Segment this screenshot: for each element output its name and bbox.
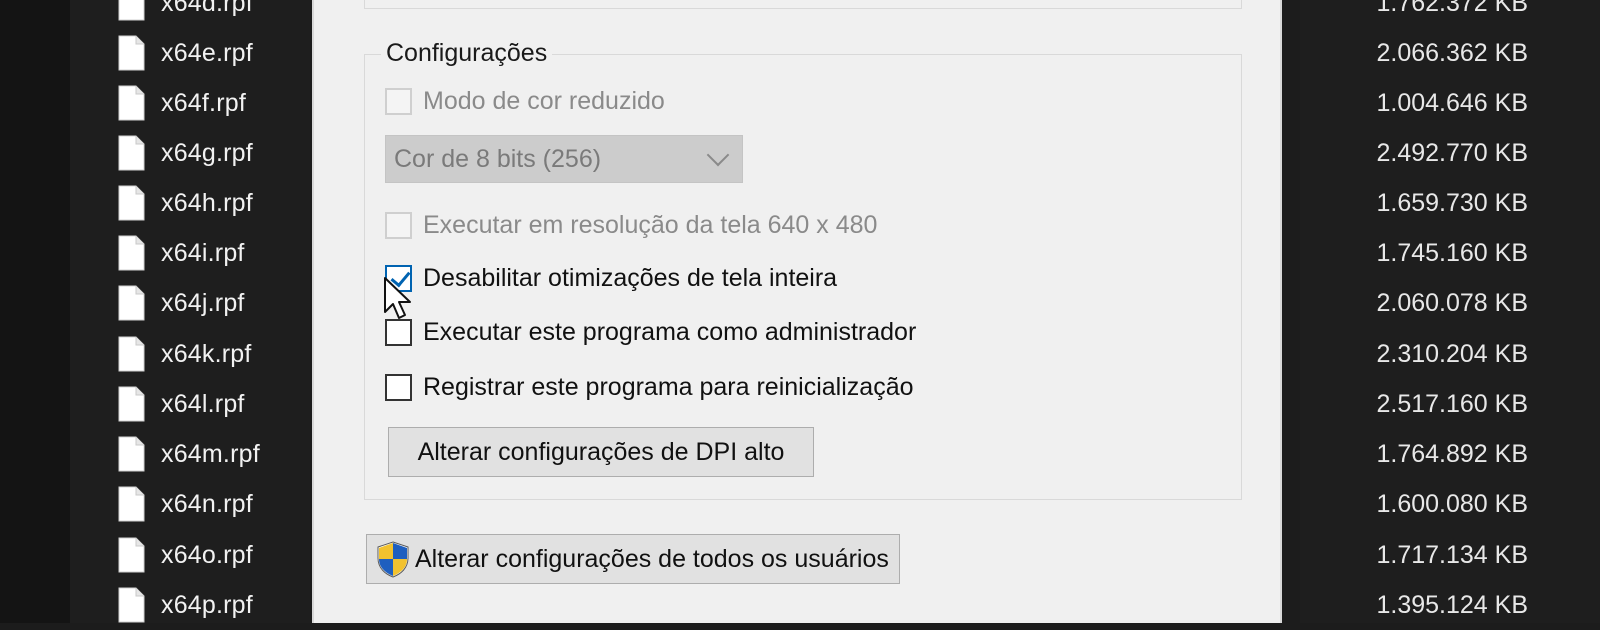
file-icon [118,486,145,522]
properties-dialog: Configurações Modo de cor reduzido Cor d… [312,0,1282,623]
disable-fullscreen-label: Desabilitar otimizações de tela inteira [423,263,838,292]
file-row[interactable]: x64f.rpf [118,78,246,128]
file-name: x64k.rpf [161,339,252,368]
file-icon [118,537,145,573]
file-row[interactable]: x64e.rpf [118,28,253,78]
file-size: 1.004.646 KB [1376,88,1528,117]
reduced-color-checkbox[interactable] [385,87,412,115]
file-row[interactable]: x64d.rpf [118,0,253,28]
file-size-cell: 1.004.646 KB [1376,78,1528,128]
file-icon [118,135,145,171]
settings-group-title: Configurações [381,39,553,68]
file-size: 1.600.080 KB [1376,489,1528,518]
file-row[interactable]: x64i.rpf [118,228,245,278]
file-name: x64l.rpf [161,389,245,418]
file-size: 1.762.372 KB [1376,0,1528,17]
file-size-cell: 2.066.362 KB [1376,28,1528,78]
run-as-admin-checkbox[interactable] [385,318,412,346]
file-icon [118,285,145,321]
file-name: x64d.rpf [161,0,253,17]
color-mode-value: Cor de 8 bits (256) [394,144,602,173]
file-size-cell: 1.600.080 KB [1376,479,1528,529]
file-icon [118,235,145,271]
file-size: 1.764.892 KB [1376,439,1528,468]
file-size: 1.745.160 KB [1376,238,1528,267]
register-restart-label: Registrar este programa para reinicializ… [423,372,914,401]
uac-shield-icon [377,541,409,578]
run-as-admin-label: Executar este programa como administrado… [423,317,917,346]
file-name: x64g.rpf [161,138,253,167]
disable-fullscreen-option: Desabilitar otimizações de tela inteira [385,262,837,294]
file-name: x64h.rpf [161,188,253,217]
file-size-cell: 1.745.160 KB [1376,228,1528,278]
file-name: x64n.rpf [161,489,253,518]
file-name: x64i.rpf [161,238,245,267]
file-name: x64o.rpf [161,540,253,569]
file-row[interactable]: x64j.rpf [118,278,245,328]
file-row[interactable]: x64h.rpf [118,178,253,228]
file-name: x64e.rpf [161,38,253,67]
chevron-down-icon [706,143,730,167]
file-icon [118,0,145,21]
settings-group: Configurações Modo de cor reduzido Cor d… [364,39,1242,500]
file-size: 1.659.730 KB [1376,188,1528,217]
file-name: x64f.rpf [161,88,246,117]
file-name: x64m.rpf [161,439,260,468]
file-icon [118,436,145,472]
file-size: 2.060.078 KB [1376,288,1528,317]
change-all-users-button[interactable]: Alterar configurações de todos os usuári… [366,534,900,584]
file-size: 2.066.362 KB [1376,38,1528,67]
reduced-color-option: Modo de cor reduzido [385,85,665,117]
file-size: 1.395.124 KB [1376,590,1528,619]
previous-group-box [364,0,1242,9]
file-size-cell: 2.492.770 KB [1376,128,1528,178]
file-row[interactable]: x64o.rpf [118,530,253,580]
run-as-admin-option: Executar este programa como administrado… [385,316,916,348]
file-row[interactable]: x64k.rpf [118,329,252,379]
file-size-cell: 1.659.730 KB [1376,178,1528,228]
change-high-dpi-button[interactable]: Alterar configurações de DPI alto [388,427,814,477]
register-restart-option: Registrar este programa para reinicializ… [385,371,914,403]
file-icon [118,185,145,221]
file-icon [118,85,145,121]
file-row[interactable]: x64n.rpf [118,479,253,529]
res-640-label: Executar em resolução da tela 640 x 480 [423,210,878,239]
file-icon [118,336,145,372]
file-size: 2.492.770 KB [1376,138,1528,167]
file-icon [118,35,145,71]
explorer-nav-pane [0,0,70,623]
file-size-cell: 2.310.204 KB [1376,329,1528,379]
file-size-cell: 1.717.134 KB [1376,530,1528,580]
reduced-color-label: Modo de cor reduzido [423,86,665,115]
change-all-users-label: Alterar configurações de todos os usuári… [415,544,889,573]
file-size-cell: 2.060.078 KB [1376,278,1528,328]
res-640-checkbox[interactable] [385,211,412,239]
file-name: x64p.rpf [161,590,253,619]
file-size-cell: 2.517.160 KB [1376,379,1528,429]
res-640-option: Executar em resolução da tela 640 x 480 [385,209,877,241]
file-size-cell: 1.762.372 KB [1376,0,1528,28]
file-size-cell: 1.764.892 KB [1376,429,1528,479]
file-icon [118,587,145,623]
file-name: x64j.rpf [161,288,245,317]
file-size: 2.517.160 KB [1376,389,1528,418]
file-row[interactable]: x64l.rpf [118,379,245,429]
register-restart-checkbox[interactable] [385,373,412,401]
file-size: 1.717.134 KB [1376,540,1528,569]
file-icon [118,386,145,422]
mouse-pointer-icon [384,277,411,319]
color-mode-select[interactable]: Cor de 8 bits (256) [385,135,743,183]
file-row[interactable]: x64g.rpf [118,128,253,178]
file-size: 2.310.204 KB [1376,339,1528,368]
file-row[interactable]: x64m.rpf [118,429,260,479]
